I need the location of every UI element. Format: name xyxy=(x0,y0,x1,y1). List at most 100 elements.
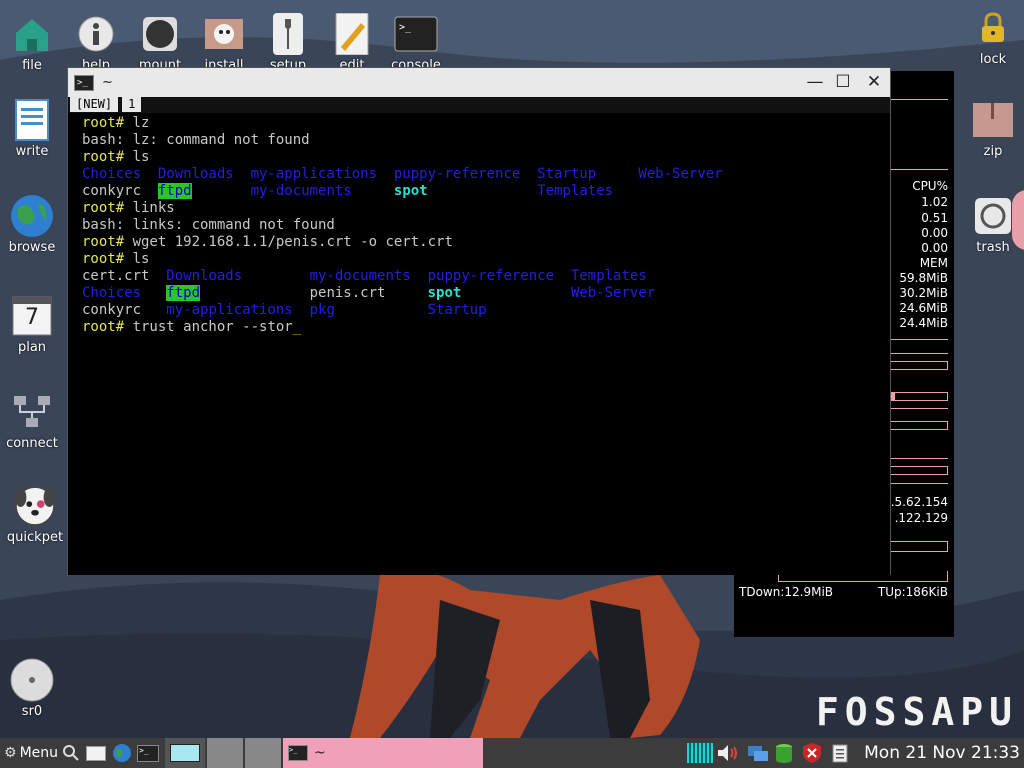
desktop-pink-decoration xyxy=(1012,190,1024,250)
menu-button[interactable]: ⚙ Menu xyxy=(0,738,58,768)
conky-meter xyxy=(890,392,948,401)
shell-prompt: root# xyxy=(82,319,133,335)
terminal-titlebar[interactable]: >_ ~ — ☐ ✕ xyxy=(68,68,890,97)
terminal-text: conkyrc xyxy=(82,302,167,318)
optical-disc-icon xyxy=(10,658,54,702)
puppy-icon xyxy=(13,484,57,528)
terminal-text: bash: lz: command not found xyxy=(82,132,310,148)
archive-icon xyxy=(971,98,1015,142)
tab-new[interactable]: [NEW] xyxy=(70,97,119,112)
workspace-1[interactable] xyxy=(165,738,206,768)
conky-total-download: TDown:12.9MiB xyxy=(739,585,834,599)
show-desktop-icon[interactable] xyxy=(86,738,107,768)
terminal-output[interactable]: root# lz bash: lz: command not found root#… xyxy=(68,113,890,575)
terminal-text: my-documents xyxy=(309,268,428,284)
workspace-2[interactable] xyxy=(207,738,244,768)
desktop-icon-mount[interactable]: mount xyxy=(125,12,195,73)
network-icon xyxy=(10,390,54,434)
terminal-line: root# ls xyxy=(82,149,876,166)
edit-pencil-icon xyxy=(330,12,374,56)
padlock-icon xyxy=(971,6,1015,50)
terminal-line: Choices ftpd penis.crt spot Web-Server xyxy=(82,285,876,302)
volume-icon[interactable] xyxy=(716,738,742,768)
desktop-icon-quickpet[interactable]: quickpet xyxy=(0,484,70,545)
conky-mem-value: 59.8MiB xyxy=(899,271,948,285)
shell-prompt: root# xyxy=(82,234,133,250)
wrench-icon xyxy=(266,12,310,56)
terminal-text: ls xyxy=(132,149,150,165)
document-icon xyxy=(10,98,54,142)
windows-icon[interactable] xyxy=(746,738,770,768)
terminal-text: ftpd xyxy=(157,183,192,199)
desktop-icon-console[interactable]: >_ console xyxy=(381,12,451,73)
desktop-icon-sr0[interactable]: sr0 xyxy=(0,658,67,719)
database-icon[interactable] xyxy=(773,738,795,768)
terminal-text: Templates xyxy=(537,183,614,199)
conky-bar xyxy=(890,408,948,409)
network-activity-icon[interactable] xyxy=(687,738,713,768)
search-icon[interactable] xyxy=(62,738,80,768)
clock[interactable]: Mon 21 Nov 21:33 xyxy=(864,738,1020,768)
terminal-line: conkyrc my-applications pkg Startup xyxy=(82,302,876,319)
conky-cpu-label: CPU% xyxy=(912,179,948,193)
minimize-button[interactable]: — xyxy=(803,71,827,93)
desktop-icon-setup[interactable]: setup xyxy=(253,12,323,73)
terminal-text: Startup xyxy=(427,302,487,318)
close-button[interactable]: ✕ xyxy=(862,71,886,93)
desktop-icon-lock[interactable]: lock xyxy=(958,6,1024,67)
terminal-text: links xyxy=(132,200,175,216)
terminal-text: my-applications xyxy=(166,302,310,318)
conky-ip-address: .122.129 xyxy=(894,511,948,525)
desktop-icon-write[interactable]: write xyxy=(0,98,67,159)
globe-icon xyxy=(10,194,54,238)
workspace-3[interactable] xyxy=(245,738,282,768)
terminal-line: cert.crt Downloads my-documents puppy-re… xyxy=(82,268,876,285)
terminal-line: root# trust anchor --stor_ xyxy=(82,319,876,336)
task-terminal[interactable]: >_ ~ xyxy=(283,738,484,768)
desktop-icon-plan[interactable]: 7 plan xyxy=(0,294,67,355)
terminal-line: conkyrc ftpd my-documents spot Templates xyxy=(82,183,876,200)
terminal-text: ls xyxy=(132,251,150,267)
desktop-icon-browse[interactable]: browse xyxy=(0,194,67,255)
terminal-text: penis.crt xyxy=(309,285,428,301)
drive-mount-icon xyxy=(138,12,182,56)
console-icon: >_ xyxy=(394,12,438,56)
terminal-text: my-applications xyxy=(250,166,394,182)
browser-launcher-icon[interactable] xyxy=(112,738,132,768)
conky-bar xyxy=(890,339,948,340)
terminal-text: bash: links: command not found xyxy=(82,217,335,233)
conky-mem-value: 24.4MiB xyxy=(899,316,948,330)
conky-bar xyxy=(890,483,948,484)
conky-mem-value: 30.2MiB xyxy=(899,286,948,300)
terminal-text: puppy-reference xyxy=(427,268,571,284)
terminal-text: Downloads xyxy=(157,166,251,182)
terminal-text: my-documents xyxy=(250,183,394,199)
terminal-text: spot xyxy=(393,183,428,199)
terminal-text: ftpd xyxy=(166,285,201,301)
tab-1[interactable]: 1 xyxy=(122,97,142,112)
terminal-text: trust anchor --stor xyxy=(132,319,293,335)
desktop-icon-zip[interactable]: zip xyxy=(958,98,1024,159)
conky-bar xyxy=(890,169,948,170)
desktop-icon-file[interactable]: file xyxy=(0,12,67,73)
firewall-shield-icon[interactable] xyxy=(800,738,824,768)
desktop-icon-help[interactable]: help xyxy=(61,12,131,73)
maximize-button[interactable]: ☐ xyxy=(831,71,855,93)
desktop-icon-edit[interactable]: edit xyxy=(317,12,387,73)
terminal-window[interactable]: >_ ~ — ☐ ✕ [NEW] 1 root# lz bash: lz: com… xyxy=(67,67,891,575)
conky-ip-address: .5.62.154 xyxy=(890,495,948,509)
terminal-text: lz xyxy=(132,115,150,131)
terminal-text: conkyrc xyxy=(82,183,158,199)
terminal-launcher-icon[interactable]: >_ xyxy=(137,738,160,768)
desktop-icon-install[interactable]: install xyxy=(189,12,259,73)
taskbar: ⚙ Menu >_ >_ ~ Mon 21 Nov 21:33 xyxy=(0,738,1024,768)
clipboard-icon[interactable] xyxy=(832,738,848,768)
text-cursor: _ xyxy=(292,319,302,335)
terminal-line: bash: links: command not found xyxy=(82,217,876,234)
conky-download-graph xyxy=(890,541,948,552)
desktop-icon-connect[interactable]: connect xyxy=(0,390,67,451)
conky-meter xyxy=(890,421,948,430)
